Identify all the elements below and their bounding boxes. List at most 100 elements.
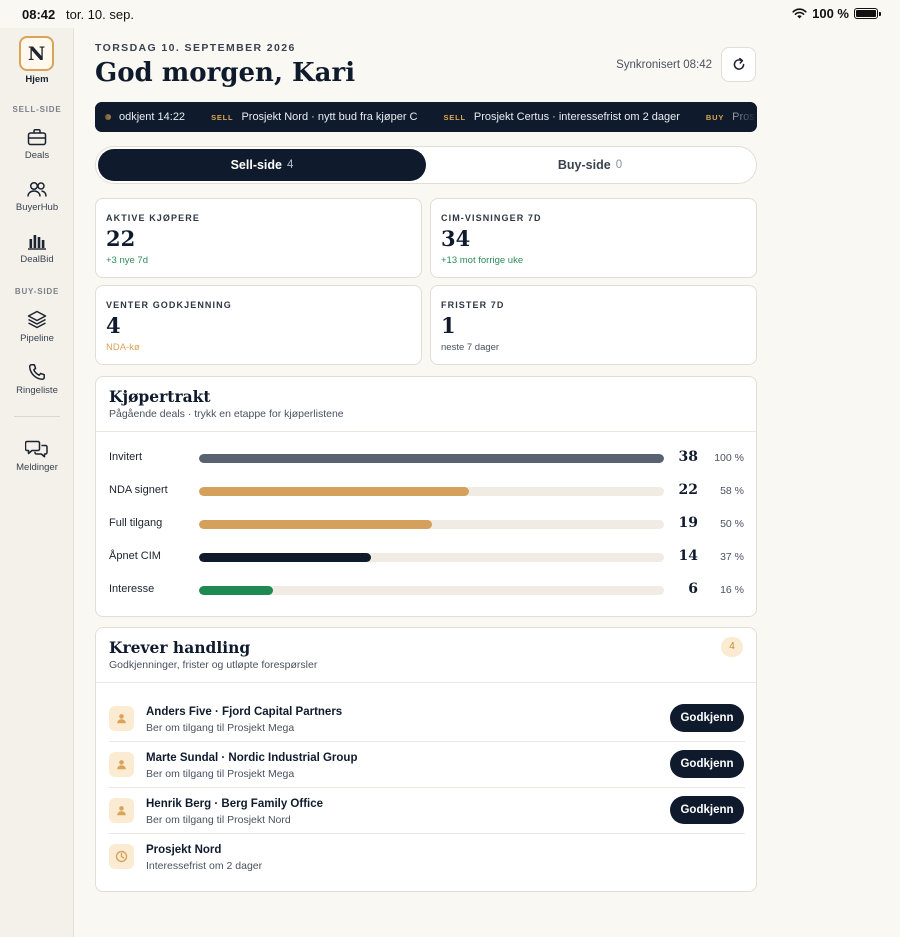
tab-buy-side[interactable]: Buy-side 0 bbox=[426, 149, 754, 181]
funnel-stage-label: Åpnet CIM bbox=[109, 550, 161, 562]
divider bbox=[96, 431, 756, 432]
tab-sell-side[interactable]: Sell-side 4 bbox=[98, 149, 426, 181]
sidebar-item-meldinger[interactable]: Meldinger bbox=[0, 439, 74, 473]
sidebar-item-label: Meldinger bbox=[16, 462, 58, 473]
ticker-item[interactable]: BUY Pros bbox=[706, 111, 755, 123]
funnel-stage-label: Invitert bbox=[109, 451, 143, 463]
side-segmented-control: Sell-side 4 Buy-side 0 bbox=[95, 146, 757, 184]
ticker-item[interactable]: odkjent 14:22 bbox=[105, 111, 185, 123]
funnel-stage-count: 14 bbox=[678, 548, 698, 564]
ticker-item-text: odkjent 14:22 bbox=[119, 111, 186, 123]
kpi-label: VENTER GODKJENNING bbox=[106, 300, 232, 310]
activity-ticker[interactable]: odkjent 14:22 SELL Prosjekt Nord · nytt … bbox=[95, 102, 757, 132]
action-item-title: Henrik Berg · Berg Family Office bbox=[146, 798, 324, 810]
sidebar-item-deals[interactable]: Deals bbox=[0, 128, 74, 161]
wifi-icon bbox=[792, 8, 807, 19]
kpi-card-cim-views[interactable]: CIM-VISNINGER 7D 34 +13 mot forrige uke bbox=[430, 198, 757, 278]
kpi-card-active-buyers[interactable]: AKTIVE KJØPERE 22 +3 nye 7d bbox=[95, 198, 422, 278]
action-item[interactable]: Marte Sundal · Nordic Industrial Group B… bbox=[109, 742, 745, 788]
funnel-stage-percent: 37 % bbox=[720, 551, 744, 563]
refresh-icon bbox=[733, 57, 744, 70]
sidebar-item-ringeliste[interactable]: Ringeliste bbox=[0, 363, 74, 396]
header-date: TORSDAG 10. SEPTEMBER 2026 bbox=[95, 42, 296, 54]
chat-icon bbox=[25, 440, 48, 458]
kpi-value: 1 bbox=[441, 313, 456, 338]
funnel-stage-interesse[interactable]: Interesse 6 16 % bbox=[109, 580, 745, 600]
person-icon bbox=[109, 752, 134, 777]
funnel-stage-count: 38 bbox=[678, 449, 698, 465]
kpi-label: FRISTER 7D bbox=[441, 300, 505, 310]
sidebar-item-buyerhub[interactable]: BuyerHub bbox=[0, 180, 74, 213]
ticker-item[interactable]: SELL Prosjekt Nord · nytt bud fra kjøper… bbox=[211, 111, 417, 123]
status-bar: 08:42 tor. 10. sep. 100 % bbox=[0, 0, 900, 28]
ticker-tag: BUY bbox=[705, 112, 725, 122]
action-item[interactable]: Henrik Berg · Berg Family Office Ber om … bbox=[109, 788, 745, 834]
funnel-stage-invitert[interactable]: Invitert 38 100 % bbox=[109, 448, 745, 468]
kpi-label: AKTIVE KJØPERE bbox=[106, 213, 200, 223]
sidebar-item-label: Pipeline bbox=[20, 333, 54, 344]
actions-count-badge: 4 bbox=[721, 637, 743, 657]
kpi-value: 34 bbox=[441, 226, 471, 251]
sidebar-item-label: Ringeliste bbox=[16, 385, 58, 396]
buy-side-section-label: BUY-SIDE bbox=[14, 287, 60, 296]
layers-icon bbox=[27, 310, 47, 329]
funnel-stage-count: 6 bbox=[688, 581, 698, 597]
phone-icon bbox=[28, 364, 45, 381]
funnel-bar-fill bbox=[199, 586, 274, 595]
battery-icon bbox=[854, 8, 881, 19]
funnel-bar-track bbox=[199, 487, 664, 496]
sidebar-item-pipeline[interactable]: Pipeline bbox=[0, 310, 74, 344]
funnel-bar-track bbox=[199, 586, 664, 595]
action-item-description: Ber om tilgang til Prosjekt Mega bbox=[146, 768, 295, 780]
kpi-sub: +3 nye 7d bbox=[106, 255, 148, 266]
funnel-stage-label: NDA signert bbox=[109, 484, 168, 496]
funnel-stage-percent: 16 % bbox=[720, 584, 744, 596]
action-item[interactable]: Anders Five · Fjord Capital Partners Ber… bbox=[109, 696, 745, 742]
action-item-title: Anders Five · Fjord Capital Partners bbox=[146, 706, 343, 718]
funnel-bar-fill bbox=[199, 553, 372, 562]
kpi-card-pending-approval[interactable]: VENTER GODKJENNING 4 NDA-kø bbox=[95, 285, 422, 365]
sidebar-item-home-label[interactable]: Hjem bbox=[0, 74, 74, 85]
funnel-stage-percent: 50 % bbox=[720, 518, 744, 530]
person-icon bbox=[109, 706, 134, 731]
funnel-stage-count: 22 bbox=[678, 482, 698, 498]
action-item-description: Ber om tilgang til Prosjekt Nord bbox=[146, 814, 291, 826]
approve-button[interactable]: Godkjenn bbox=[670, 750, 744, 778]
home-logo-button[interactable]: N bbox=[19, 36, 54, 71]
approve-button[interactable]: Godkjenn bbox=[670, 704, 744, 732]
funnel-bar-track bbox=[199, 520, 664, 529]
funnel-title: Kjøpertrakt bbox=[109, 387, 211, 406]
funnel-stage-apnet-cim[interactable]: Åpnet CIM 14 37 % bbox=[109, 547, 745, 567]
funnel-bar-fill bbox=[199, 520, 432, 529]
status-date: tor. 10. sep. bbox=[66, 7, 134, 22]
approve-button[interactable]: Godkjenn bbox=[670, 796, 744, 824]
status-dot-icon bbox=[105, 114, 111, 120]
funnel-stage-label: Interesse bbox=[109, 583, 155, 595]
ticker-tag: SELL bbox=[443, 112, 466, 122]
funnel-stage-nda-signert[interactable]: NDA signert 22 58 % bbox=[109, 481, 745, 501]
kpi-card-deadlines[interactable]: FRISTER 7D 1 neste 7 dager bbox=[430, 285, 757, 365]
clock-icon bbox=[109, 844, 134, 869]
status-right: 100 % bbox=[792, 6, 881, 21]
sidebar: N Hjem SELL-SIDE Deals BuyerHub DealBid … bbox=[0, 28, 74, 937]
funnel-stage-full-tilgang[interactable]: Full tilgang 19 50 % bbox=[109, 514, 745, 534]
actions-subtitle: Godkjenninger, frister og utløpte foresp… bbox=[109, 659, 318, 671]
ticker-item[interactable]: SELL Prosjekt Certus · interessefrist om… bbox=[444, 111, 680, 123]
kpi-sub: NDA-kø bbox=[106, 342, 140, 353]
sidebar-item-dealbid[interactable]: DealBid bbox=[0, 233, 74, 265]
ticker-tag: SELL bbox=[211, 112, 234, 122]
tab-count: 0 bbox=[615, 159, 623, 171]
funnel-bar-fill bbox=[199, 454, 664, 463]
kpi-label: CIM-VISNINGER 7D bbox=[441, 213, 542, 223]
requires-action-card: Krever handling Godkjenninger, frister o… bbox=[95, 627, 757, 892]
funnel-subtitle: Pågående deals · trykk en etappe for kjø… bbox=[109, 408, 344, 420]
sidebar-item-label: BuyerHub bbox=[15, 202, 59, 213]
buyer-funnel-card: Kjøpertrakt Pågående deals · trykk en et… bbox=[95, 376, 757, 617]
sidebar-divider bbox=[14, 416, 60, 417]
action-item[interactable]: Prosjekt Nord Interessefrist om 2 dager bbox=[109, 834, 745, 880]
page-title: God morgen, Kari bbox=[95, 58, 356, 88]
action-item-title: Prosjekt Nord bbox=[146, 844, 222, 856]
funnel-bar-track bbox=[199, 454, 664, 463]
sidebar-item-label: Deals bbox=[24, 150, 50, 161]
refresh-button[interactable] bbox=[721, 47, 756, 82]
